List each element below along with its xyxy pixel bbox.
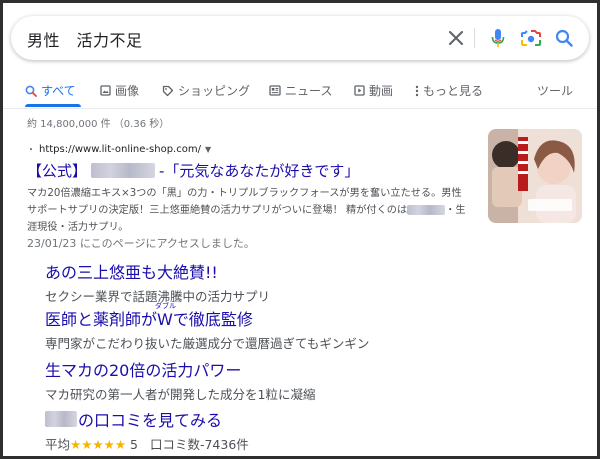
sitelink-description: 専門家がこだわり抜いた厳選成分で還暦過ぎてもギンギン (45, 336, 370, 351)
result-stats: 約 14,800,000 件 （0.36 秒） (27, 119, 170, 130)
search-icon (25, 85, 37, 97)
result-title-prefix: 【公式】 (27, 162, 88, 180)
camera-icon[interactable] (519, 26, 543, 50)
active-tab-indicator (25, 104, 81, 107)
tab-news[interactable]: ニュース (269, 82, 332, 99)
sitelink-1[interactable]: あの三上悠亜も大絶賛!! セクシー業界で話題沸騰中の活力サプリ (45, 259, 270, 305)
clear-icon[interactable] (444, 26, 468, 50)
search-input[interactable]: 男性 活力不足 (27, 27, 143, 51)
sitelink-2[interactable]: 医師と薬剤師が ダブル Wで徹底監修 専門家がこだわり抜いた厳選成分で還暦過ぎてもギ… (45, 302, 370, 352)
snippet-line: 涯現役・活力サプリ。 (27, 222, 129, 233)
review-count: 口コミ数-7436件 (149, 437, 249, 452)
result-url[interactable]: ・ https://www.lit-online-shop.com/ ▼ (27, 144, 211, 155)
sitelink-title[interactable]: あの三上悠亜も大絶賛!! (45, 259, 270, 283)
tab-more[interactable]: もっと見る (415, 82, 483, 99)
search-icon[interactable] (552, 26, 576, 50)
tools-button[interactable]: ツール (537, 82, 573, 99)
sitelink-title-part: 医師と薬剤師が (45, 310, 158, 329)
search-bar[interactable]: 男性 活力不足 (11, 16, 589, 60)
snippet-line: サポートサプリの決定版！三上悠亜絶賛の活力サプリがついに登場！ 精が付くのは ・生 (27, 202, 482, 219)
result-thumbnail[interactable] (488, 129, 582, 223)
news-icon (269, 85, 281, 96)
search-tabs: すべて 画像 ショッピング ニュース 動画 もっと見る ツール (3, 75, 597, 109)
sitelink-title[interactable]: の口コミを見てみる (45, 407, 249, 431)
sitelink-4[interactable]: の口コミを見てみる 平均★★★★★ 5 口コミ数-7436件 (45, 407, 249, 453)
blurred-brand-name (91, 163, 156, 178)
tab-videos[interactable]: 動画 (354, 82, 393, 99)
tab-label: 画像 (115, 84, 140, 98)
sitelink-3[interactable]: 生マカの20倍の活力パワー マカ研究の第一人者が開発した成分を1粒に凝縮 (45, 357, 315, 403)
screenshot-frame: 男性 活力不足 すべて 画像 ショッピング ニュース 動画 もっと見る ツール … (0, 0, 600, 459)
tab-all[interactable]: すべて (25, 82, 76, 99)
url-bullet: ・ (27, 145, 35, 154)
snippet-text: ・生 (445, 205, 466, 216)
tag-icon (162, 85, 174, 96)
sitelink-description: マカ研究の第一人者が開発した成分を1粒に凝縮 (45, 387, 316, 402)
tab-label: もっと見る (423, 84, 484, 98)
caret-down-icon[interactable]: ▼ (205, 145, 211, 154)
ruby-text: ダブル (155, 302, 177, 310)
ruby-annotated-letter: ダブル W (155, 302, 176, 329)
blurred-brand-name (45, 411, 77, 427)
video-icon (354, 85, 365, 96)
sitelink-rating: 平均★★★★★ 5 口コミ数-7436件 (45, 434, 249, 453)
tab-shopping[interactable]: ショッピング (162, 82, 250, 99)
result-title-suffix: -「元気なあなたが好きです」 (159, 162, 360, 180)
rating-prefix: 平均 (45, 437, 71, 452)
rating-value: 5 (130, 437, 138, 452)
tab-label: すべて (41, 84, 76, 98)
product-ad-image (488, 129, 582, 223)
microphone-icon[interactable] (486, 26, 510, 50)
sitelink-title[interactable]: 医師と薬剤師が ダブル Wで徹底監修 (45, 302, 369, 330)
result-title-link[interactable]: 【公式】 -「元気なあなたが好きです」 (27, 160, 359, 181)
sitelink-title-part: の口コミを見てみる (78, 411, 223, 430)
star-rating-icon: ★★★★★ (70, 437, 127, 452)
tab-label: ショッピング (178, 84, 251, 98)
search-divider (474, 28, 475, 48)
image-icon (100, 85, 111, 96)
sitelink-title-part: で徹底監修 (172, 310, 253, 329)
more-vert-icon (415, 85, 419, 96)
result-snippet: マカ20倍濃縮エキス×3つの「黒」の力・トリプルブラックフォースが男を奮い立たせ… (27, 185, 482, 236)
tab-images[interactable]: 画像 (100, 82, 139, 99)
snippet-text: サポートサプリの決定版！三上悠亜絶賛の活力サプリがついに登場！ 精が付くのは (27, 205, 408, 216)
sitelink-title[interactable]: 生マカの20倍の活力パワー (45, 357, 315, 381)
result-url-text: https://www.lit-online-shop.com/ (39, 144, 201, 155)
blurred-brand-name (407, 205, 446, 215)
visited-date: 23/01/23 にこのページにアクセスしました。 (27, 237, 255, 250)
tab-label: 動画 (369, 84, 394, 98)
tab-label: ニュース (285, 84, 333, 98)
snippet-line: マカ20倍濃縮エキス×3つの「黒」の力・トリプルブラックフォースが男を奮い立たせ… (27, 188, 462, 199)
sitelink-title-part: W (157, 310, 173, 329)
